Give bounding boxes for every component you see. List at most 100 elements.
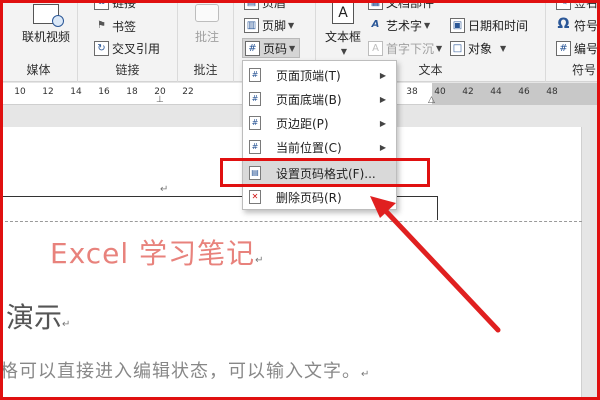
date-time-label: 日期和时间: [468, 18, 529, 33]
menu-item-remove-page-numbers[interactable]: ✕ 删除页码(R): [243, 185, 396, 209]
footer-button[interactable]: ▥ 页脚 ▼: [244, 15, 294, 35]
menu-item-bottom-of-page[interactable]: # 页面底端(B) ▶: [243, 87, 396, 111]
ruler-tick: 44: [490, 87, 502, 97]
date-time-button[interactable]: ▣ 日期和时间: [450, 15, 528, 35]
ruler-tick: 46: [518, 87, 530, 97]
drop-cap-icon: A: [368, 40, 383, 56]
number-label: 编号: [574, 41, 599, 56]
indent-marker-icon[interactable]: ⊥: [156, 95, 164, 105]
document-heading-text: 演示: [6, 301, 63, 334]
drop-cap-button[interactable]: A 首字下沉 ▼: [368, 38, 442, 58]
header-button[interactable]: ▤ 页眉: [244, 0, 286, 12]
bookmark-button[interactable]: ⚑ 书签: [94, 16, 136, 36]
media-group-label: 媒体: [26, 63, 51, 77]
menu-item-label: 当前位置(C): [276, 140, 342, 155]
textbox-label: 文本框: [324, 30, 361, 44]
online-video-button[interactable]: 联机视频: [18, 4, 74, 45]
textbox-button[interactable]: A 文本框 ▼: [320, 2, 366, 56]
chevron-right-icon: ▶: [379, 70, 386, 80]
header-icon: ▤: [244, 0, 259, 10]
quick-parts-icon: ▦: [368, 0, 383, 10]
document-title[interactable]: Excel 学习笔记↵: [50, 232, 264, 272]
chevron-down-icon: ▼: [424, 20, 431, 30]
comment-button[interactable]: 批注: [188, 4, 226, 45]
wordart-button[interactable]: A 艺术字 ▼: [368, 15, 431, 35]
ruler-tick: 16: [98, 87, 110, 97]
comments-group-label: 批注: [193, 63, 218, 77]
ruler-tick: 40: [434, 87, 446, 97]
cross-reference-button[interactable]: ↻ 交叉引用: [94, 38, 160, 58]
footer-icon: ▥: [244, 17, 259, 33]
ruler-tick: 48: [546, 87, 558, 97]
link-button[interactable]: ∞ 链接: [94, 0, 136, 12]
link-icon: ∞: [94, 0, 109, 10]
ruler-margin-area: [432, 83, 600, 105]
page-number-menu: # 页面顶端(T) ▶ # 页面底端(B) ▶ # 页边距(P) ▶ # 当前位…: [242, 60, 397, 210]
document-heading[interactable]: 演示↵: [6, 296, 70, 336]
chevron-down-icon: ▼: [500, 43, 507, 53]
bookmark-icon: ⚑: [97, 19, 106, 31]
online-video-label: 联机视频: [21, 30, 70, 44]
chevron-down-icon: ▼: [436, 43, 443, 53]
remove-page-number-icon: ✕: [249, 190, 261, 204]
document-body-text: 格可以直接进入编辑状态，可以输入文字。: [0, 361, 361, 382]
chevron-right-icon: ▶: [379, 142, 386, 152]
textbox-icon: A: [332, 2, 354, 24]
ruler-tick: 22: [182, 87, 194, 97]
chevron-down-icon: ▼: [340, 47, 348, 56]
object-icon: □: [450, 40, 465, 56]
ruler-tick: 42: [462, 87, 474, 97]
right-margin-marker-icon[interactable]: △: [428, 95, 435, 105]
menu-item-label: 页面底端(B): [276, 92, 342, 107]
ruler-tick: 38: [406, 87, 418, 97]
signature-line-button[interactable]: ✎ 签名行: [556, 0, 600, 12]
page-bottom-icon: #: [249, 92, 261, 106]
footer-label: 页脚: [262, 18, 287, 33]
object-button[interactable]: □ 对象 ▼: [450, 38, 506, 58]
cross-reference-label: 交叉引用: [112, 41, 161, 56]
menu-item-page-margins[interactable]: # 页边距(P) ▶: [243, 111, 396, 135]
online-video-icon: [33, 4, 64, 27]
links-group: ∞ 链接 ⚑ 书签 ↻ 交叉引用 链接: [78, 0, 178, 82]
ruler-tick: 18: [126, 87, 138, 97]
wordart-icon: A: [371, 18, 380, 30]
link-label: 链接: [112, 0, 137, 10]
header-separator: [0, 221, 582, 222]
quick-parts-label: 文档部件: [386, 0, 435, 10]
wordart-label: 艺术字: [386, 18, 423, 33]
page-margin-icon: #: [249, 116, 261, 130]
comment-label: 批注: [194, 30, 219, 44]
signature-line-label: 签名行: [574, 0, 600, 10]
comments-group: 批注 批注: [178, 0, 234, 82]
menu-item-label: 页边距(P): [276, 116, 329, 131]
document-title-text: Excel 学习笔记: [50, 237, 256, 270]
ruler-tick: 14: [70, 87, 82, 97]
cross-reference-icon: ↻: [94, 40, 109, 56]
page-number-icon: #: [245, 40, 260, 56]
menu-item-current-position[interactable]: # 当前位置(C) ▶: [243, 135, 396, 159]
quick-parts-button[interactable]: ▦ 文档部件: [368, 0, 434, 12]
page-top-icon: #: [249, 68, 261, 82]
links-group-label: 链接: [115, 63, 140, 77]
bookmark-label: 书签: [112, 19, 137, 34]
menu-item-top-of-page[interactable]: # 页面顶端(T) ▶: [243, 63, 396, 87]
signature-icon: ✎: [556, 0, 571, 10]
ruler-tick: 12: [42, 87, 54, 97]
page-number-button[interactable]: # 页码 ▼: [242, 38, 301, 58]
symbols-group-label: 符号: [572, 63, 597, 77]
number-icon: #: [556, 40, 571, 56]
current-position-icon: #: [249, 140, 261, 154]
drop-cap-label: 首字下沉: [386, 41, 435, 56]
comment-icon: [195, 4, 219, 22]
number-button[interactable]: # 编号: [556, 38, 598, 58]
menu-item-label: 页面顶端(T): [276, 68, 341, 83]
chevron-down-icon: ▼: [289, 43, 296, 53]
ruler-tick: 10: [14, 87, 26, 97]
object-label: 对象: [468, 41, 493, 56]
chevron-down-icon: ▼: [288, 20, 295, 30]
symbols-group: ✎ 签名行 Ω 符号 # 编号 符号: [546, 0, 600, 82]
symbol-button[interactable]: Ω 符号: [556, 15, 598, 35]
menu-item-label: 删除页码(R): [276, 190, 342, 205]
document-body[interactable]: 格可以直接进入编辑状态，可以输入文字。↵: [0, 357, 370, 383]
symbol-label: 符号: [574, 18, 599, 33]
